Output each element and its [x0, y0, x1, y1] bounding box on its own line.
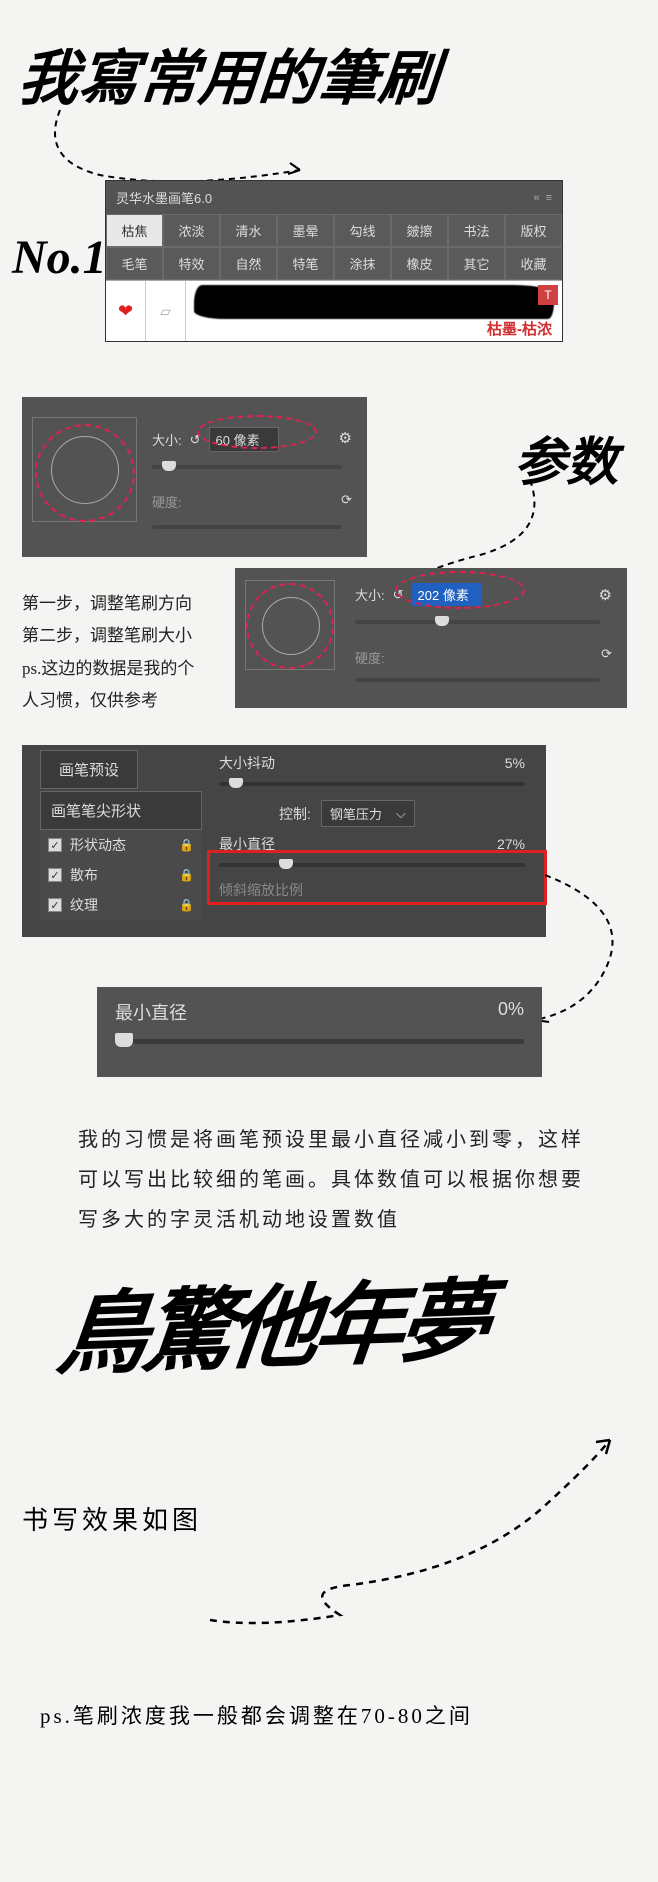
size-highlight-2	[395, 571, 525, 609]
eraser-icon[interactable]: ▱	[146, 281, 186, 341]
tab-xiangpi[interactable]: 橡皮	[391, 247, 448, 280]
size-jitter-label: 大小抖动	[219, 753, 275, 773]
titlebar-icons: « ≡	[533, 192, 552, 204]
gear-icon[interactable]: ⚙	[339, 429, 352, 447]
tab-row-1: 枯焦 浓淡 清水 墨晕 勾线 皴擦 书法 版权	[106, 214, 562, 247]
collapse-icon[interactable]: «	[533, 192, 539, 204]
brush-preview-row: ❤ ▱ T 枯墨-枯浓	[106, 280, 562, 341]
step-line-1: 第一步，调整笔刷方向	[22, 588, 194, 620]
panel-title-text: 灵华水墨画笔6.0	[116, 188, 212, 207]
control-select[interactable]: 钢笔压力⌵	[321, 800, 415, 827]
tab-row-2: 毛笔 特效 自然 特笔 涂抹 橡皮 其它 收藏	[106, 247, 562, 280]
angle-highlight-2	[246, 583, 334, 669]
tab-tumo[interactable]: 涂抹	[334, 247, 391, 280]
angle-highlight	[35, 424, 135, 522]
step-line-4: 人习惯，仅供参考	[22, 685, 194, 717]
size-jitter-row: 大小抖动 5%	[207, 750, 537, 776]
hardness-slider-2[interactable]	[355, 678, 600, 682]
size-highlight	[197, 415, 317, 449]
tab-tebi[interactable]: 特笔	[277, 247, 334, 280]
checkrow-texture[interactable]: ✓纹理🔒	[40, 890, 202, 920]
tab-gouxian[interactable]: 勾线	[334, 214, 391, 247]
step-instructions: 第一步，调整笔刷方向 第二步，调整笔刷大小 ps.这边的数据是我的个 人习惯，仅…	[22, 588, 194, 717]
params-brush-label: 参数	[514, 420, 618, 495]
lock-icon[interactable]: 🔒	[179, 898, 194, 912]
tab-shufa[interactable]: 书法	[448, 214, 505, 247]
brush-plugin-panel: 灵华水墨画笔6.0 « ≡ 枯焦 浓淡 清水 墨晕 勾线 皴擦 书法 版权 毛笔…	[105, 180, 563, 342]
tab-nongdan[interactable]: 浓淡	[163, 214, 220, 247]
control-label: 控制:	[279, 804, 311, 824]
tab-cunca[interactable]: 皴擦	[391, 214, 448, 247]
checkbox-icon[interactable]: ✓	[48, 838, 62, 852]
bottom-note: ps.笔刷浓度我一般都会调整在70-80之间	[40, 1700, 473, 1730]
tab-qingshui[interactable]: 清水	[220, 214, 277, 247]
preset-tab[interactable]: 画笔预设	[40, 750, 138, 789]
lock-icon[interactable]: 🔒	[179, 838, 194, 852]
control-row: 控制: 钢笔压力⌵	[207, 796, 537, 831]
brush-size-panel-2: 大小: ↺ 202 像素 硬度: ⚙ ⟳	[235, 568, 627, 708]
size-label-2: 大小:	[355, 585, 385, 604]
checkbox-icon[interactable]: ✓	[48, 898, 62, 912]
effect-label: 书写效果如图	[22, 1500, 202, 1537]
tab-banquan[interactable]: 版权	[505, 214, 562, 247]
checkrow-scatter[interactable]: ✓散布🔒	[40, 860, 202, 890]
brush-preset-panel: 画笔预设 画笔笔尖形状 ✓形状动态🔒 ✓散布🔒 ✓纹理🔒 大小抖动 5% 控制:…	[22, 745, 546, 937]
size-jitter-slider[interactable]	[219, 782, 525, 786]
min-diameter-panel: 最小直径 0%	[97, 987, 542, 1077]
no1-label: No.1	[12, 230, 107, 285]
panel-titlebar: 灵华水墨画笔6.0 « ≡	[106, 181, 562, 214]
brush-angle-widget[interactable]	[32, 417, 137, 522]
brush-size-panel-1: 大小: ↺ 60 像素 硬度: ⚙ ⟳	[22, 397, 367, 557]
tab-maobi[interactable]: 毛笔	[106, 247, 163, 280]
tab-texiao[interactable]: 特效	[163, 247, 220, 280]
size-label: 大小:	[152, 430, 182, 449]
tab-moyun[interactable]: 墨晕	[277, 214, 334, 247]
step-line-2: 第二步，调整笔刷大小	[22, 620, 194, 652]
size-slider[interactable]	[152, 465, 342, 469]
tab-ziran[interactable]: 自然	[220, 247, 277, 280]
step-line-3: ps.这边的数据是我的个	[22, 653, 194, 685]
lock-icon[interactable]: 🔒	[179, 868, 194, 882]
flip-icon[interactable]: ⟳	[341, 492, 352, 508]
hardness-slider[interactable]	[152, 525, 342, 529]
menu-icon[interactable]: ≡	[546, 192, 552, 204]
favorite-heart-icon[interactable]: ❤	[106, 281, 146, 341]
checkrow-shape[interactable]: ✓形状动态🔒	[40, 830, 202, 860]
hardness-label: 硬度:	[152, 492, 182, 511]
tab-shoucang[interactable]: 收藏	[505, 247, 562, 280]
flip-icon-2[interactable]: ⟳	[601, 646, 612, 662]
gear-icon-2[interactable]: ⚙	[599, 586, 612, 604]
t-badge: T	[538, 285, 558, 305]
p5-slider[interactable]	[115, 1039, 524, 1044]
p5-label: 最小直径	[115, 999, 187, 1025]
red-highlight-box	[207, 850, 547, 905]
brush-angle-widget-2[interactable]	[245, 580, 335, 670]
ink-stroke-shape	[194, 285, 554, 319]
chevron-down-icon: ⌵	[396, 806, 406, 822]
checkbox-icon[interactable]: ✓	[48, 868, 62, 882]
calligraphy-sample: 鳥驚他年夢	[52, 1248, 493, 1393]
preset-left-column: 画笔预设 画笔笔尖形状 ✓形状动态🔒 ✓散布🔒 ✓纹理🔒	[40, 750, 202, 920]
size-jitter-value: 5%	[505, 755, 525, 771]
stroke-name-label: 枯墨-枯浓	[487, 318, 552, 339]
hardness-label-2: 硬度:	[355, 648, 385, 667]
size-slider-2[interactable]	[355, 620, 600, 624]
tab-kujiao[interactable]: 枯焦	[106, 214, 163, 247]
tip-shape-tab[interactable]: 画笔笔尖形状	[40, 791, 202, 830]
explanation-text: 我的习惯是将画笔预设里最小直径减小到零，这样可以写出比较细的笔画。具体数值可以根…	[78, 1120, 588, 1240]
p5-row: 最小直径 0%	[115, 999, 524, 1025]
tab-qita[interactable]: 其它	[448, 247, 505, 280]
title-brush-text: 我寫常用的筆刷	[0, 0, 658, 127]
p5-value: 0%	[498, 999, 524, 1025]
brush-stroke-preview[interactable]: T 枯墨-枯浓	[186, 281, 562, 341]
